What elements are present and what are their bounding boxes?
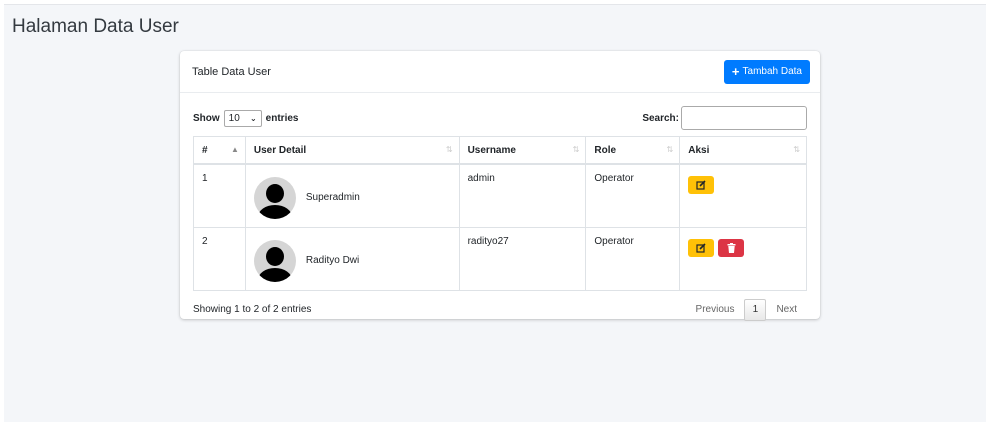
user-detail-cell: Radityo Dwi: [244, 226, 460, 291]
edit-icon: [696, 242, 706, 253]
pagination-page-1[interactable]: 1: [744, 298, 767, 321]
user-table: # ▲ User Detail ⇅ Username ⇅ Role ⇅ Aksi ⇅ 1: [193, 136, 807, 291]
sort-icon: ⇅: [666, 145, 674, 154]
user-detail-cell: Superadmin: [244, 163, 460, 228]
pagination: Previous 1 Next: [686, 298, 807, 321]
entries-label: entries: [265, 112, 299, 124]
row-number: 1: [193, 163, 246, 228]
sort-icon: ▲: [230, 145, 239, 154]
content-wrapper: Halaman Data User Table Data User + Tamb…: [4, 4, 986, 422]
show-label: Show: [193, 112, 220, 124]
trash-icon: [727, 242, 736, 253]
plus-icon: +: [731, 64, 740, 79]
table-row: 2 Radityo Dwi radityo27 Operator: [193, 226, 807, 291]
sort-icon: ⇅: [793, 145, 800, 154]
role-cell: Operator: [585, 163, 681, 228]
edit-icon: [696, 179, 706, 190]
table-controls: Show 10 ⌄ entries Search:: [193, 106, 807, 130]
table-info: Showing 1 to 2 of 2 entries: [193, 304, 312, 315]
column-header-number[interactable]: # ▲: [193, 136, 246, 165]
sort-icon: ⇅: [445, 145, 453, 154]
avatar: [253, 239, 296, 282]
pagination-next[interactable]: Next: [766, 304, 807, 315]
card-title: Table Data User: [192, 65, 271, 78]
actions-cell: [679, 226, 807, 291]
card-body: Show 10 ⌄ entries Search: # ▲ User Detai…: [180, 93, 820, 321]
search-control: Search:: [642, 106, 807, 130]
length-control: Show 10 ⌄ entries: [193, 109, 299, 127]
user-name: Radityo Dwi: [305, 255, 360, 266]
row-number: 2: [193, 226, 246, 291]
edit-button[interactable]: [688, 175, 715, 194]
user-table-card: Table Data User + Tambah Data Show 10 ⌄ …: [180, 51, 820, 321]
column-header-user-detail[interactable]: User Detail ⇅: [244, 136, 460, 165]
delete-button[interactable]: [718, 238, 745, 257]
edit-button[interactable]: [688, 238, 715, 257]
username-cell: radityo27: [458, 226, 587, 291]
role-cell: Operator: [585, 226, 681, 291]
column-header-role[interactable]: Role ⇅: [585, 136, 681, 165]
sort-icon: ⇅: [572, 145, 580, 154]
table-row: 1 Superadmin admin Operator: [193, 163, 807, 228]
page-title: Halaman Data User: [12, 16, 179, 37]
entries-select-value: 10: [228, 112, 240, 124]
search-label: Search:: [642, 112, 679, 124]
entries-select[interactable]: 10 ⌄: [223, 109, 262, 127]
search-input[interactable]: [681, 106, 807, 130]
column-header-username[interactable]: Username ⇅: [458, 136, 587, 165]
chevron-down-icon: ⌄: [249, 113, 257, 123]
pagination-previous[interactable]: Previous: [686, 304, 745, 315]
add-data-button[interactable]: + Tambah Data: [723, 59, 810, 84]
add-data-label: Tambah Data: [742, 66, 802, 77]
user-name: Superadmin: [305, 192, 360, 203]
column-header-aksi[interactable]: Aksi ⇅: [679, 136, 807, 165]
username-cell: admin: [458, 163, 587, 228]
table-footer: Showing 1 to 2 of 2 entries Previous 1 N…: [193, 298, 807, 321]
card-header: Table Data User + Tambah Data: [180, 51, 820, 93]
actions-cell: [679, 163, 807, 228]
table-header-row: # ▲ User Detail ⇅ Username ⇅ Role ⇅ Aksi ⇅: [193, 136, 807, 165]
avatar: [253, 176, 296, 219]
